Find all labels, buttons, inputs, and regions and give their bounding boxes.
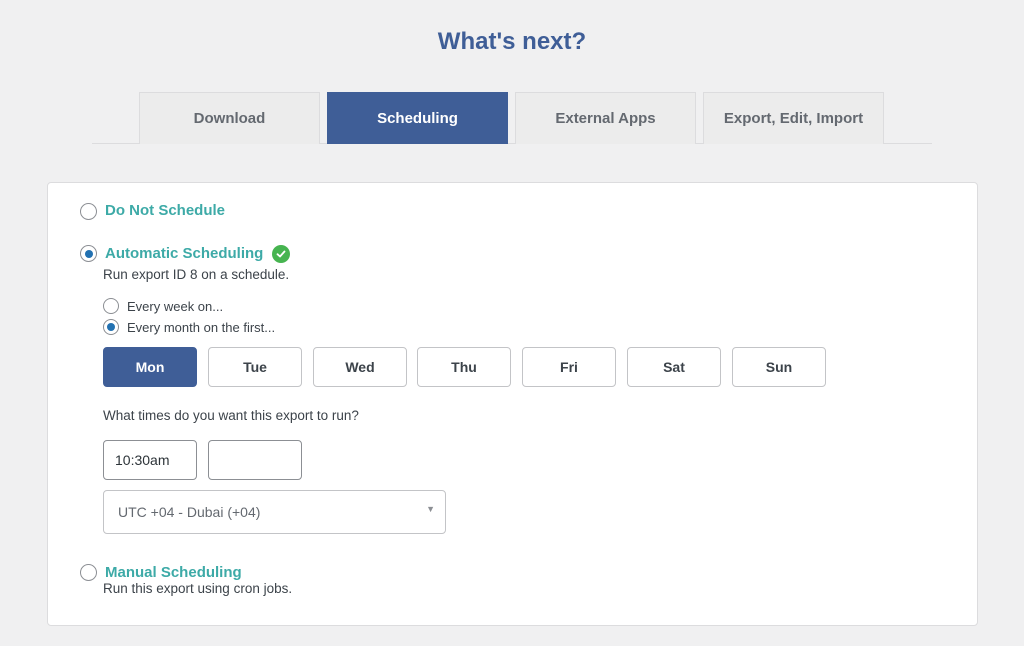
tab-export-edit-import[interactable]: Export, Edit, Import (703, 92, 884, 144)
automatic-scheduling-label[interactable]: Automatic Scheduling (105, 245, 263, 262)
tab-bar: Download Scheduling External Apps Export… (92, 90, 932, 144)
page-title: What's next? (437, 28, 587, 55)
tab-download[interactable]: Download (139, 92, 320, 144)
every-month-radio[interactable] (103, 319, 119, 335)
automatic-scheduling-radio[interactable] (80, 245, 97, 262)
day-sat-button[interactable]: Sat (627, 347, 721, 387)
day-mon-button[interactable]: Mon (103, 347, 197, 387)
do-not-schedule-radio[interactable] (80, 203, 97, 220)
timezone-select-value: UTC +04 - Dubai (+04) (118, 504, 261, 520)
automatic-scheduling-description: Run export ID 8 on a schedule. (103, 267, 290, 282)
every-month-label[interactable]: Every month on the first... (127, 320, 275, 335)
scheduling-panel: Do Not Schedule Automatic Scheduling Run… (47, 182, 978, 626)
timezone-select[interactable]: UTC +04 - Dubai (+04) ▼ (103, 490, 446, 534)
day-sun-button[interactable]: Sun (732, 347, 826, 387)
manual-scheduling-radio[interactable] (80, 564, 97, 581)
day-wed-button[interactable]: Wed (313, 347, 407, 387)
day-fri-button[interactable]: Fri (522, 347, 616, 387)
times-question: What times do you want this export to ru… (103, 408, 359, 423)
day-thu-button[interactable]: Thu (417, 347, 511, 387)
manual-scheduling-label[interactable]: Manual Scheduling (105, 564, 242, 581)
check-circle-icon (272, 245, 290, 263)
caret-down-icon: ▼ (426, 504, 435, 514)
time-input-2[interactable] (208, 440, 302, 480)
time-input-1[interactable] (103, 440, 197, 480)
manual-scheduling-description: Run this export using cron jobs. (103, 581, 293, 596)
day-tue-button[interactable]: Tue (208, 347, 302, 387)
tab-scheduling[interactable]: Scheduling (327, 92, 508, 144)
do-not-schedule-label[interactable]: Do Not Schedule (105, 202, 225, 219)
tab-external-apps[interactable]: External Apps (515, 92, 696, 144)
every-week-radio[interactable] (103, 298, 119, 314)
every-week-label[interactable]: Every week on... (127, 299, 223, 314)
